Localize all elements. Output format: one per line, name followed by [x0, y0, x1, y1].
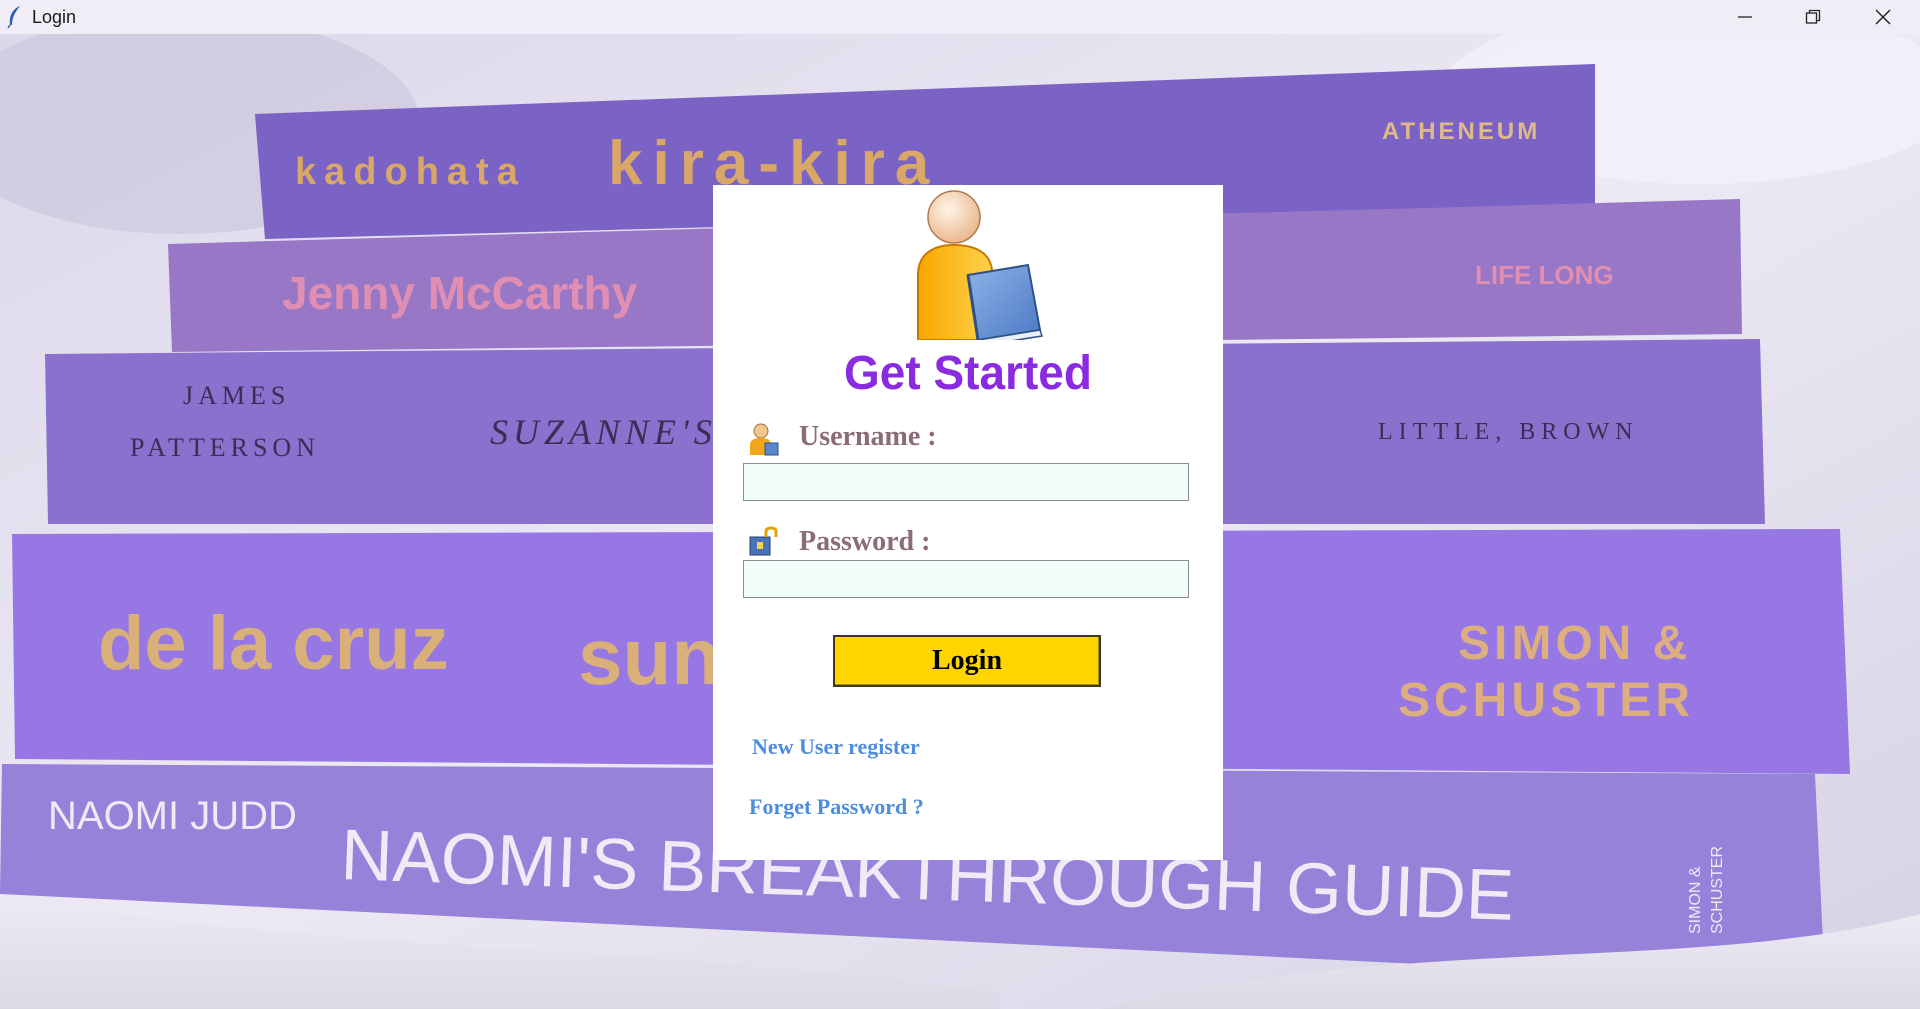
svg-text:de la cruz: de la cruz: [98, 601, 449, 686]
user-icon: [750, 423, 779, 456]
username-input[interactable]: [743, 463, 1189, 501]
svg-text:SCHUSTER: SCHUSTER: [1709, 846, 1726, 934]
feather-icon: [7, 6, 20, 29]
svg-text:SCHUSTER: SCHUSTER: [1398, 674, 1694, 727]
svg-text:SIMON &: SIMON &: [1458, 617, 1691, 670]
window-title: Login: [32, 7, 77, 27]
login-button[interactable]: Login: [833, 635, 1101, 687]
svg-text:SUZANNE'S: SUZANNE'S: [490, 412, 717, 452]
svg-text:LITTLE, BROWN: LITTLE, BROWN: [1378, 419, 1639, 445]
title-bar: Login: [0, 0, 1920, 34]
svg-text:JAMES: JAMES: [183, 381, 290, 410]
register-link[interactable]: New User register: [752, 734, 920, 760]
minimize-icon: [1738, 16, 1752, 18]
forgot-password-link[interactable]: Forget Password ?: [749, 794, 924, 820]
lock-icon: [749, 526, 778, 556]
svg-text:NAOMI JUDD: NAOMI JUDD: [48, 794, 297, 838]
svg-text:kadohata: kadohata: [295, 151, 526, 193]
svg-text:LIFE LONG: LIFE LONG: [1475, 260, 1614, 290]
close-icon: [1875, 9, 1891, 25]
password-input[interactable]: [743, 560, 1189, 598]
minimize-button[interactable]: [1710, 0, 1780, 34]
restore-button[interactable]: [1778, 0, 1848, 34]
svg-text:Jenny McCarthy: Jenny McCarthy: [282, 267, 638, 319]
svg-text:sun: sun: [578, 612, 720, 701]
svg-text:PATTERSON: PATTERSON: [130, 433, 320, 462]
svg-text:SIMON &: SIMON &: [1687, 866, 1704, 934]
svg-text:ATHENEUM: ATHENEUM: [1382, 118, 1540, 145]
login-panel: Get Started Username : Password : Login …: [713, 185, 1223, 860]
password-label: Password :: [799, 526, 931, 557]
restore-icon: [1805, 9, 1821, 24]
username-label: Username :: [799, 421, 937, 452]
user-book-icon: [917, 190, 1043, 340]
page-title: Get Started: [844, 344, 1092, 400]
close-button[interactable]: [1848, 0, 1918, 34]
